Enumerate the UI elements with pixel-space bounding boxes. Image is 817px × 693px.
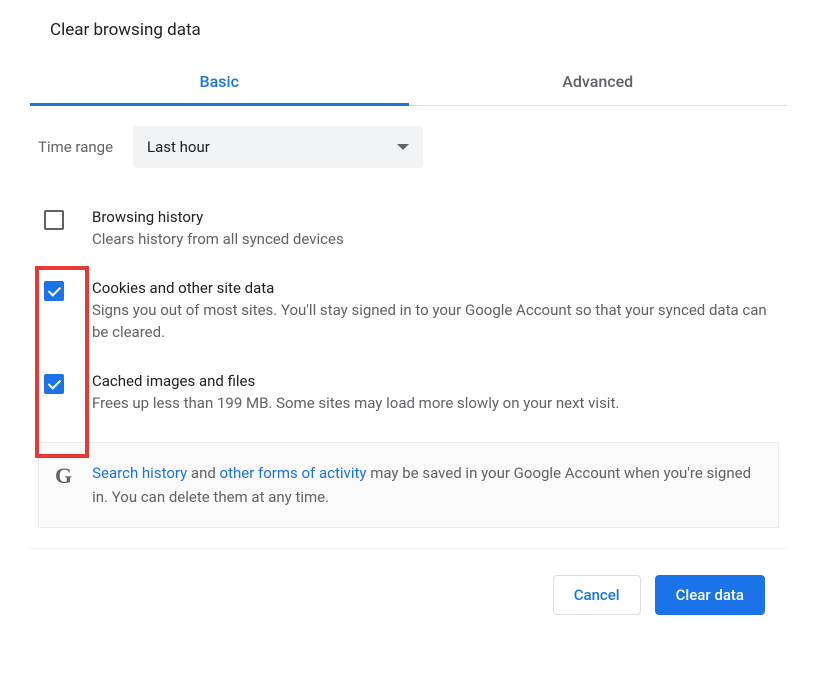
dialog-footer: Cancel Clear data [30, 548, 787, 615]
clear-data-button[interactable]: Clear data [655, 575, 765, 615]
option-desc: Frees up less than 199 MB. Some sites ma… [92, 392, 619, 415]
checkbox-cookies[interactable] [44, 281, 64, 301]
option-title: Cookies and other site data [92, 279, 779, 297]
option-desc: Signs you out of most sites. You'll stay… [92, 299, 779, 344]
time-range-select[interactable]: Last hour [133, 126, 423, 168]
option-cookies: Cookies and other site data Signs you ou… [30, 269, 787, 362]
option-browsing-history: Browsing history Clears history from all… [30, 198, 787, 269]
option-title: Browsing history [92, 208, 344, 226]
google-account-info: G Search history and other forms of acti… [38, 442, 779, 528]
dialog-title: Clear browsing data [50, 20, 787, 40]
options-list: Browsing history Clears history from all… [30, 192, 787, 538]
cancel-button[interactable]: Cancel [553, 575, 641, 615]
info-mid1: and [187, 464, 219, 482]
option-text: Cached images and files Frees up less th… [92, 372, 619, 415]
time-range-label: Time range [38, 138, 113, 156]
option-text: Cookies and other site data Signs you ou… [92, 279, 779, 344]
tab-advanced[interactable]: Advanced [409, 58, 788, 105]
time-range-value: Last hour [147, 138, 210, 156]
option-title: Cached images and files [92, 372, 619, 390]
checkbox-browsing-history[interactable] [44, 210, 64, 230]
tabs-container: Basic Advanced [30, 58, 787, 106]
option-text: Browsing history Clears history from all… [92, 208, 344, 251]
info-text: Search history and other forms of activi… [92, 461, 762, 509]
search-history-link[interactable]: Search history [92, 464, 187, 482]
checkbox-cache[interactable] [44, 374, 64, 394]
chevron-down-icon [397, 144, 409, 150]
option-cache: Cached images and files Frees up less th… [30, 362, 787, 433]
option-desc: Clears history from all synced devices [92, 228, 344, 251]
tab-basic[interactable]: Basic [30, 58, 409, 105]
google-logo-icon: G [55, 463, 72, 489]
time-range-row: Time range Last hour [30, 106, 787, 192]
other-activity-link[interactable]: other forms of activity [220, 464, 367, 482]
